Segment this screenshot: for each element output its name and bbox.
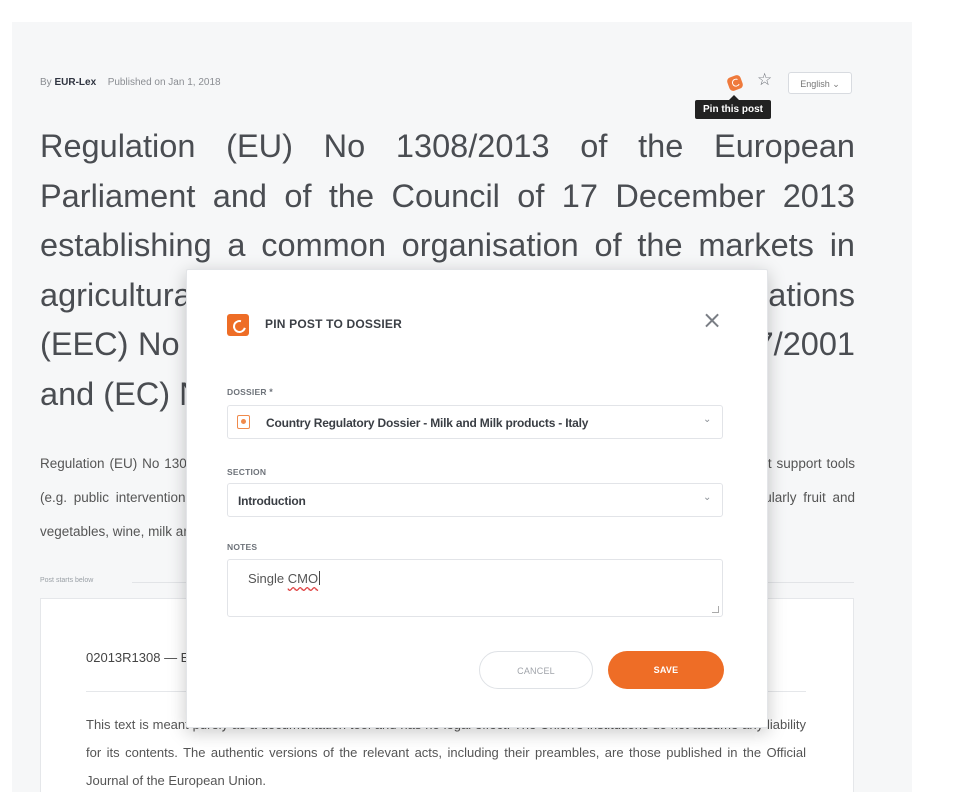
resize-handle[interactable] <box>712 606 719 613</box>
chevron-down-icon: ⌄ <box>703 492 712 503</box>
published-date: Published on Jan 1, 2018 <box>107 77 221 88</box>
cancel-button[interactable]: CANCEL <box>479 651 593 689</box>
language-select[interactable]: English ⌄ <box>788 72 852 94</box>
pin-icon <box>227 314 249 336</box>
notes-textarea[interactable]: Single CMO <box>227 559 723 617</box>
section-label: SECTION <box>227 467 267 477</box>
chevron-down-icon: ⌄ <box>703 414 712 425</box>
dossier-value: Country Regulatory Dossier - Milk and Mi… <box>266 416 589 430</box>
dossier-select[interactable]: Country Regulatory Dossier - Milk and Mi… <box>227 405 723 439</box>
section-select[interactable]: Introduction ⌄ <box>227 483 723 517</box>
star-icon[interactable]: ☆ <box>757 72 772 89</box>
required-mark: * <box>269 387 273 397</box>
post-starts-label: Post starts below <box>40 577 94 584</box>
dossier-label-text: DOSSIER <box>227 387 267 397</box>
pin-icon[interactable] <box>726 74 744 92</box>
by-label: By <box>40 77 52 88</box>
pin-post-dialog: PIN POST TO DOSSIER × DOSSIER * Country … <box>186 269 768 728</box>
save-button[interactable]: SAVE <box>608 651 724 689</box>
notes-label: NOTES <box>227 542 258 552</box>
close-icon[interactable]: × <box>702 306 722 334</box>
author-link[interactable]: EUR-Lex <box>54 77 96 88</box>
dossier-label: DOSSIER * <box>227 387 273 397</box>
pin-tooltip: Pin this post <box>695 95 771 119</box>
notes-value: Single CMO <box>248 571 321 586</box>
dialog-title: PIN POST TO DOSSIER <box>265 317 402 331</box>
dossier-icon <box>237 415 250 429</box>
post-meta: By EUR-Lex Published on Jan 1, 2018 <box>40 77 221 88</box>
section-value: Introduction <box>238 494 306 508</box>
